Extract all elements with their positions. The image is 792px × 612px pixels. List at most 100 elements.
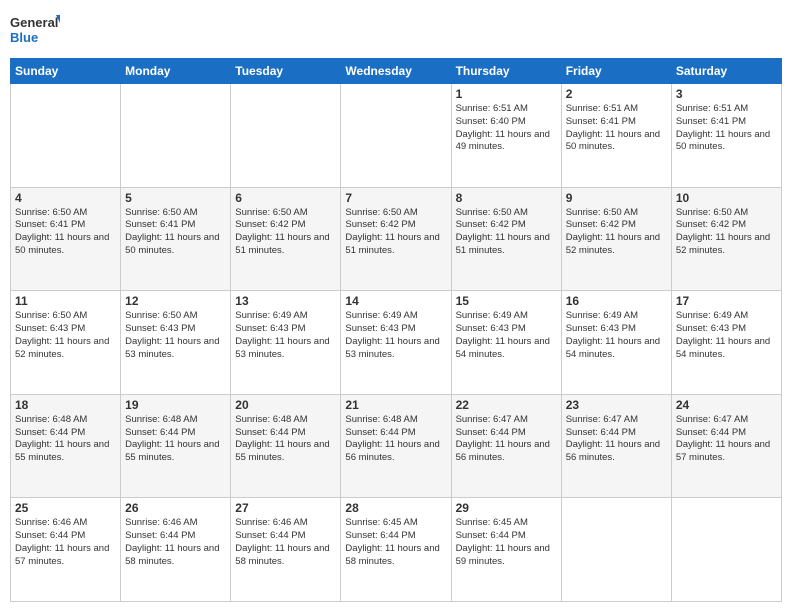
table-row (561, 498, 671, 602)
table-row: 19 Sunrise: 6:48 AM Sunset: 6:44 PM Dayli… (121, 394, 231, 498)
day-info: Sunrise: 6:47 AM Sunset: 6:44 PM Dayligh… (676, 414, 777, 465)
table-row: 21 Sunrise: 6:48 AM Sunset: 6:44 PM Dayli… (341, 394, 451, 498)
table-row: 2 Sunrise: 6:51 AM Sunset: 6:41 PM Daylig… (561, 84, 671, 188)
day-number: 19 (125, 398, 226, 412)
week-row-0: 1 Sunrise: 6:51 AM Sunset: 6:40 PM Daylig… (11, 84, 782, 188)
header-friday: Friday (561, 59, 671, 84)
day-info: Sunrise: 6:49 AM Sunset: 6:43 PM Dayligh… (676, 310, 777, 361)
day-info: Sunrise: 6:49 AM Sunset: 6:43 PM Dayligh… (566, 310, 667, 361)
calendar-header-row: SundayMondayTuesdayWednesdayThursdayFrid… (11, 59, 782, 84)
table-row: 28 Sunrise: 6:45 AM Sunset: 6:44 PM Dayli… (341, 498, 451, 602)
day-number: 3 (676, 87, 777, 101)
day-number: 25 (15, 501, 116, 515)
header-tuesday: Tuesday (231, 59, 341, 84)
table-row: 15Sunrise: 6:49 AM Sunset: 6:43 PM Dayli… (451, 291, 561, 395)
day-info: Sunrise: 6:51 AM Sunset: 6:40 PM Dayligh… (456, 103, 557, 154)
day-info: Sunrise: 6:50 AM Sunset: 6:43 PM Dayligh… (15, 310, 116, 361)
day-info: Sunrise: 6:45 AM Sunset: 6:44 PM Dayligh… (345, 517, 446, 568)
day-info: Sunrise: 6:50 AM Sunset: 6:42 PM Dayligh… (566, 207, 667, 258)
table-row: 25 Sunrise: 6:46 AM Sunset: 6:44 PM Dayli… (11, 498, 121, 602)
day-number: 24 (676, 398, 777, 412)
table-row: 14 Sunrise: 6:49 AM Sunset: 6:43 PM Dayli… (341, 291, 451, 395)
calendar-table: SundayMondayTuesdayWednesdayThursdayFrid… (10, 58, 782, 602)
day-info: Sunrise: 6:48 AM Sunset: 6:44 PM Dayligh… (345, 414, 446, 465)
logo-svg: General Blue (10, 10, 60, 50)
week-row-1: 4 Sunrise: 6:50 AM Sunset: 6:41 PM Daylig… (11, 187, 782, 291)
day-number: 10 (676, 191, 777, 205)
day-info: Sunrise: 6:50 AM Sunset: 6:43 PM Dayligh… (125, 310, 226, 361)
table-row: 18Sunrise: 6:48 AM Sunset: 6:44 PM Dayli… (11, 394, 121, 498)
svg-text:General: General (10, 15, 58, 30)
table-row: 22Sunrise: 6:47 AM Sunset: 6:44 PM Dayli… (451, 394, 561, 498)
day-number: 4 (15, 191, 116, 205)
week-row-3: 18 Sunrise: 6:48 AM Sunset: 6:44 PM Dayli… (11, 394, 782, 498)
week-row-2: 11 Sunrise: 6:50 AM Sunset: 6:43 PM Dayli… (11, 291, 782, 395)
table-row (121, 84, 231, 188)
table-row: 16Sunrise: 6:49 AM Sunset: 6:43 PM Dayli… (561, 291, 671, 395)
day-info: Sunrise: 6:50 AM Sunset: 6:41 PM Dayligh… (125, 207, 226, 258)
day-number: 13 (235, 294, 336, 308)
day-number: 5 (125, 191, 226, 205)
day-info: Sunrise: 6:51 AM Sunset: 6:41 PM Dayligh… (676, 103, 777, 154)
day-info: Sunrise: 6:50 AM Sunset: 6:42 PM Dayligh… (345, 207, 446, 258)
table-row: 11 Sunrise: 6:50 AM Sunset: 6:43 PM Dayli… (11, 291, 121, 395)
table-row: 1 Sunrise: 6:51 AM Sunset: 6:40 PM Daylig… (451, 84, 561, 188)
header-monday: Monday (121, 59, 231, 84)
table-row: 29Sunrise: 6:45 AM Sunset: 6:44 PM Dayli… (451, 498, 561, 602)
table-row: 27 Sunrise: 6:46 AM Sunset: 6:44 PM Dayli… (231, 498, 341, 602)
day-number: 28 (345, 501, 446, 515)
table-row: 8 Sunrise: 6:50 AM Sunset: 6:42 PM Daylig… (451, 187, 561, 291)
header-thursday: Thursday (451, 59, 561, 84)
day-number: 12 (125, 294, 226, 308)
day-number: 27 (235, 501, 336, 515)
day-number: 1 (456, 87, 557, 101)
day-number: 18 (15, 398, 116, 412)
day-number: 8 (456, 191, 557, 205)
table-row: 5 Sunrise: 6:50 AM Sunset: 6:41 PM Daylig… (121, 187, 231, 291)
table-row: 3 Sunrise: 6:51 AM Sunset: 6:41 PM Daylig… (671, 84, 781, 188)
day-info: Sunrise: 6:50 AM Sunset: 6:41 PM Dayligh… (15, 207, 116, 258)
day-info: Sunrise: 6:49 AM Sunset: 6:43 PM Dayligh… (345, 310, 446, 361)
table-row (11, 84, 121, 188)
day-info: Sunrise: 6:46 AM Sunset: 6:44 PM Dayligh… (235, 517, 336, 568)
day-number: 26 (125, 501, 226, 515)
day-info: Sunrise: 6:50 AM Sunset: 6:42 PM Dayligh… (456, 207, 557, 258)
day-info: Sunrise: 6:47 AM Sunset: 6:44 PM Dayligh… (456, 414, 557, 465)
day-info: Sunrise: 6:50 AM Sunset: 6:42 PM Dayligh… (235, 207, 336, 258)
table-row: 7 Sunrise: 6:50 AM Sunset: 6:42 PM Daylig… (341, 187, 451, 291)
day-number: 17 (676, 294, 777, 308)
day-info: Sunrise: 6:51 AM Sunset: 6:41 PM Dayligh… (566, 103, 667, 154)
table-row: 12 Sunrise: 6:50 AM Sunset: 6:43 PM Dayli… (121, 291, 231, 395)
header: General Blue (10, 10, 782, 50)
header-sunday: Sunday (11, 59, 121, 84)
day-info: Sunrise: 6:48 AM Sunset: 6:44 PM Dayligh… (235, 414, 336, 465)
header-wednesday: Wednesday (341, 59, 451, 84)
day-number: 11 (15, 294, 116, 308)
header-saturday: Saturday (671, 59, 781, 84)
day-info: Sunrise: 6:50 AM Sunset: 6:42 PM Dayligh… (676, 207, 777, 258)
table-row: 24 Sunrise: 6:47 AM Sunset: 6:44 PM Dayli… (671, 394, 781, 498)
day-number: 23 (566, 398, 667, 412)
day-info: Sunrise: 6:45 AM Sunset: 6:44 PM Dayligh… (456, 517, 557, 568)
table-row: 10 Sunrise: 6:50 AM Sunset: 6:42 PM Dayli… (671, 187, 781, 291)
table-row (231, 84, 341, 188)
table-row (671, 498, 781, 602)
day-info: Sunrise: 6:46 AM Sunset: 6:44 PM Dayligh… (15, 517, 116, 568)
day-number: 7 (345, 191, 446, 205)
table-row: 6Sunrise: 6:50 AM Sunset: 6:42 PM Daylig… (231, 187, 341, 291)
day-info: Sunrise: 6:48 AM Sunset: 6:44 PM Dayligh… (125, 414, 226, 465)
day-number: 9 (566, 191, 667, 205)
table-row: 13Sunrise: 6:49 AM Sunset: 6:43 PM Dayli… (231, 291, 341, 395)
day-info: Sunrise: 6:47 AM Sunset: 6:44 PM Dayligh… (566, 414, 667, 465)
table-row: 26 Sunrise: 6:46 AM Sunset: 6:44 PM Dayli… (121, 498, 231, 602)
page: General Blue SundayMondayTuesdayWednesda… (0, 0, 792, 612)
day-info: Sunrise: 6:46 AM Sunset: 6:44 PM Dayligh… (125, 517, 226, 568)
table-row: 23 Sunrise: 6:47 AM Sunset: 6:44 PM Dayli… (561, 394, 671, 498)
table-row: 17 Sunrise: 6:49 AM Sunset: 6:43 PM Dayli… (671, 291, 781, 395)
day-number: 21 (345, 398, 446, 412)
day-number: 20 (235, 398, 336, 412)
day-number: 2 (566, 87, 667, 101)
table-row: 20 Sunrise: 6:48 AM Sunset: 6:44 PM Dayli… (231, 394, 341, 498)
table-row (341, 84, 451, 188)
day-number: 14 (345, 294, 446, 308)
